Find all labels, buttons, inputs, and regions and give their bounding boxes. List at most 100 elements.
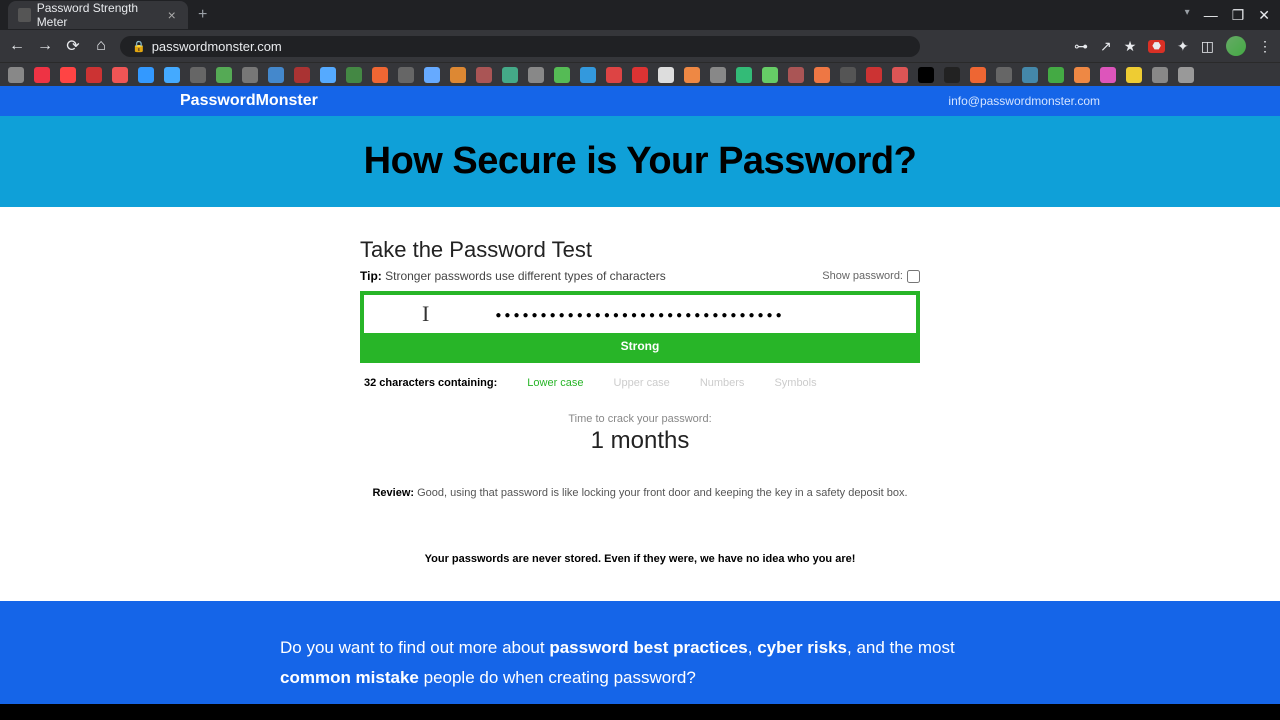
extensions-badge[interactable]: ⬣ [1148, 40, 1165, 53]
extensions-icon[interactable]: ✦ [1177, 38, 1189, 55]
bookmark-item[interactable] [970, 67, 986, 83]
profile-avatar[interactable] [1226, 36, 1246, 56]
section-title: Take the Password Test [360, 237, 920, 263]
new-tab-button[interactable]: + [188, 6, 217, 24]
bookmark-item[interactable] [684, 67, 700, 83]
bookmark-item[interactable] [294, 67, 310, 83]
bookmark-item[interactable] [658, 67, 674, 83]
home-button[interactable]: ⌂ [92, 37, 110, 55]
bookmark-item[interactable] [268, 67, 284, 83]
cta-text: Do you want to find out more about passw… [280, 633, 1000, 694]
crack-time-display: Time to crack your password: 1 months [360, 413, 920, 455]
page-title: How Secure is Your Password? [0, 140, 1280, 183]
bookmark-item[interactable] [450, 67, 466, 83]
bookmark-item[interactable] [606, 67, 622, 83]
bookmark-item[interactable] [1178, 67, 1194, 83]
symbols-indicator: Symbols [774, 377, 816, 389]
address-bar[interactable]: 🔒 passwordmonster.com [120, 36, 920, 57]
bookmark-item[interactable] [8, 67, 24, 83]
panel-icon[interactable]: ◫ [1201, 38, 1214, 55]
bookmark-star-icon[interactable]: ★ [1124, 38, 1137, 55]
bookmark-item[interactable] [476, 67, 492, 83]
bookmark-item[interactable] [788, 67, 804, 83]
brand-logo[interactable]: PasswordMonster [180, 92, 318, 110]
text-cursor-icon: I [422, 301, 429, 327]
close-window-icon[interactable]: ✕ [1258, 7, 1270, 24]
strength-indicator: Strong [364, 333, 916, 359]
crack-time-value: 1 months [360, 427, 920, 455]
tip-text: Tip: Stronger passwords use different ty… [360, 269, 666, 283]
bookmark-item[interactable] [216, 67, 232, 83]
bookmark-item[interactable] [736, 67, 752, 83]
back-button[interactable]: ← [8, 37, 26, 55]
tab-title: Password Strength Meter [37, 1, 160, 29]
bookmark-item[interactable] [190, 67, 206, 83]
chevron-down-icon[interactable]: ▾ [1185, 7, 1190, 24]
maximize-icon[interactable]: ❐ [1232, 7, 1245, 24]
bookmark-item[interactable] [320, 67, 336, 83]
bookmark-item[interactable] [424, 67, 440, 83]
reload-button[interactable]: ⟳ [64, 36, 82, 56]
password-masked-value: ●●●●●●●●●●●●●●●●●●●●●●●●●●●●●●●● [495, 310, 784, 321]
minimize-icon[interactable]: — [1204, 7, 1218, 24]
bookmark-item[interactable] [1074, 67, 1090, 83]
bookmark-item[interactable] [762, 67, 778, 83]
bookmark-item[interactable] [1100, 67, 1116, 83]
bookmark-item[interactable] [242, 67, 258, 83]
bookmark-item[interactable] [60, 67, 76, 83]
bookmark-item[interactable] [840, 67, 856, 83]
bookmark-item[interactable] [112, 67, 128, 83]
bookmark-item[interactable] [632, 67, 648, 83]
bookmark-item[interactable] [346, 67, 362, 83]
bookmark-item[interactable] [164, 67, 180, 83]
crack-time-label: Time to crack your password: [360, 413, 920, 425]
bookmark-item[interactable] [866, 67, 882, 83]
bookmark-item[interactable] [1048, 67, 1064, 83]
uppercase-indicator: Upper case [614, 377, 670, 389]
tab-bar: Password Strength Meter × + ▾ — ❐ ✕ [0, 0, 1280, 30]
forward-button[interactable]: → [36, 37, 54, 55]
tab-favicon [18, 8, 31, 22]
bookmark-item[interactable] [34, 67, 50, 83]
bookmark-item[interactable] [86, 67, 102, 83]
lowercase-indicator: Lower case [527, 377, 583, 389]
site-header: PasswordMonster info@passwordmonster.com [0, 86, 1280, 116]
lock-icon: 🔒 [132, 40, 146, 53]
bookmark-item[interactable] [138, 67, 154, 83]
nav-bar: ← → ⟳ ⌂ 🔒 passwordmonster.com ⊶ ↗ ★ ⬣ ✦ … [0, 30, 1280, 62]
bookmark-item[interactable] [528, 67, 544, 83]
bookmark-item[interactable] [1152, 67, 1168, 83]
password-input[interactable]: I ●●●●●●●●●●●●●●●●●●●●●●●●●●●●●●●● [364, 295, 916, 333]
footer-bar [0, 704, 1280, 720]
contact-email[interactable]: info@passwordmonster.com [948, 94, 1100, 108]
bookmark-item[interactable] [1022, 67, 1038, 83]
browser-tab[interactable]: Password Strength Meter × [8, 1, 188, 29]
menu-icon[interactable]: ⋮ [1258, 38, 1272, 55]
bookmark-item[interactable] [814, 67, 830, 83]
review-text: Review: Good, using that password is lik… [360, 485, 920, 503]
disclaimer-text: Your passwords are never stored. Even if… [360, 553, 920, 565]
hero-banner: How Secure is Your Password? [0, 116, 1280, 207]
bookmark-item[interactable] [398, 67, 414, 83]
character-breakdown: 32 characters containing: Lower case Upp… [360, 363, 920, 389]
numbers-indicator: Numbers [700, 377, 745, 389]
bookmark-item[interactable] [892, 67, 908, 83]
bookmark-bar [0, 62, 1280, 86]
close-tab-icon[interactable]: × [165, 8, 178, 22]
key-icon[interactable]: ⊶ [1074, 38, 1088, 55]
password-strength-box: I ●●●●●●●●●●●●●●●●●●●●●●●●●●●●●●●● Stron… [360, 291, 920, 363]
bookmark-item[interactable] [918, 67, 934, 83]
cta-section: Do you want to find out more about passw… [0, 601, 1280, 704]
bookmark-item[interactable] [996, 67, 1012, 83]
bookmark-item[interactable] [1126, 67, 1142, 83]
show-password-toggle[interactable]: Show password: [822, 270, 920, 283]
bookmark-item[interactable] [710, 67, 726, 83]
char-count-label: 32 characters containing: [364, 377, 497, 389]
bookmark-item[interactable] [502, 67, 518, 83]
bookmark-item[interactable] [580, 67, 596, 83]
show-password-checkbox[interactable] [907, 270, 920, 283]
bookmark-item[interactable] [372, 67, 388, 83]
share-icon[interactable]: ↗ [1100, 38, 1112, 55]
bookmark-item[interactable] [554, 67, 570, 83]
bookmark-item[interactable] [944, 67, 960, 83]
